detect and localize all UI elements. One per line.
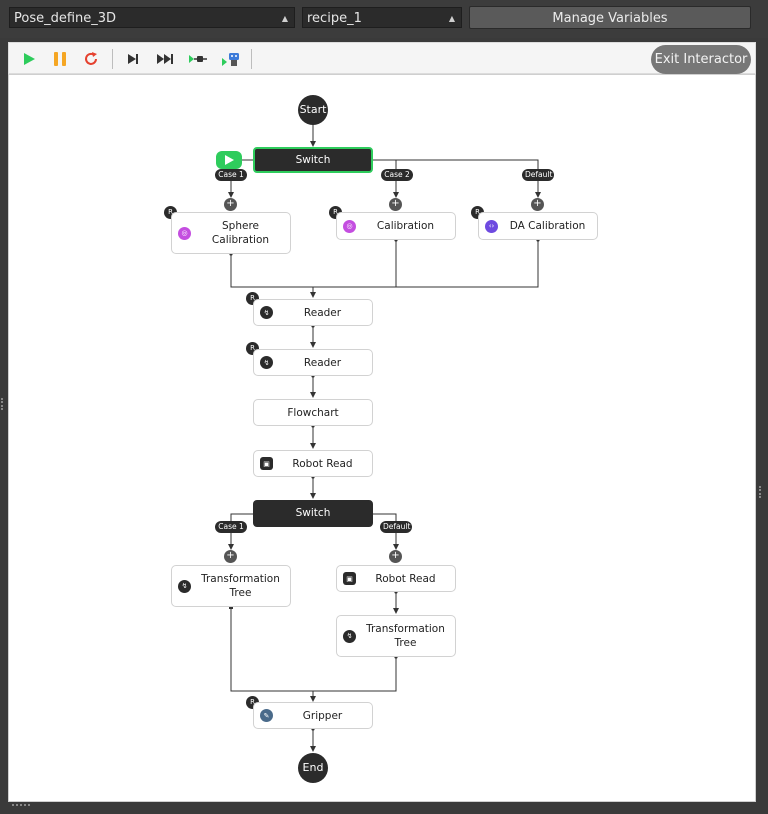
sphere-calibration-node[interactable]: ◎ Sphere Calibration — [171, 212, 291, 254]
node-label: Transformation Tree — [366, 623, 445, 649]
reader-icon: ↯ — [260, 306, 273, 319]
robot-read-node-right[interactable]: ▣ Robot Read — [336, 565, 456, 592]
gripper-node[interactable]: ✎ Gripper — [253, 702, 373, 729]
node-label: DA Calibration — [509, 220, 586, 232]
case-tag: Case 2 — [381, 169, 413, 181]
node-label: Calibration — [376, 220, 435, 232]
node-label: Gripper — [302, 709, 343, 722]
play-icon — [225, 155, 234, 165]
transform-icon: ↯ — [343, 629, 356, 643]
node-label: Sphere Calibration — [211, 220, 270, 246]
node-label: Robot Read — [292, 457, 353, 470]
case-tag: Case 1 — [215, 521, 247, 533]
add-node-button[interactable]: + — [224, 550, 237, 563]
case-tag: Default — [380, 521, 412, 533]
add-node-button[interactable]: + — [389, 198, 402, 211]
gripper-icon: ✎ — [260, 709, 273, 722]
switch-node-1[interactable]: Switch — [253, 147, 373, 173]
node-label: Robot Read — [375, 572, 436, 585]
calibration-icon: ◎ — [343, 219, 356, 233]
case-tag: Default — [522, 169, 554, 181]
resize-handle-right[interactable] — [759, 486, 763, 498]
running-indicator — [216, 151, 242, 169]
reader-node-2[interactable]: ↯ Reader — [253, 349, 373, 376]
node-label: Reader — [303, 306, 342, 319]
resize-handle-left[interactable] — [1, 398, 5, 410]
flowchart-node[interactable]: Flowchart — [253, 399, 373, 426]
da-calibration-node[interactable]: ‹› DA Calibration — [478, 212, 598, 240]
add-node-button[interactable]: + — [389, 550, 402, 563]
switch-node-2[interactable]: Switch — [253, 500, 373, 527]
robot-read-node[interactable]: ▣ Robot Read — [253, 450, 373, 477]
robot-icon: ▣ — [343, 572, 356, 585]
robot-icon: ▣ — [260, 457, 273, 470]
code-icon: ‹› — [485, 219, 498, 233]
flow-edges — [228, 124, 541, 752]
resize-handle-bottom[interactable] — [12, 804, 30, 808]
reader-node-1[interactable]: ↯ Reader — [253, 299, 373, 326]
add-node-button[interactable]: + — [224, 198, 237, 211]
node-label: Flowchart — [287, 406, 339, 419]
transform-icon: ↯ — [178, 579, 191, 593]
calibration-node[interactable]: ◎ Calibration — [336, 212, 456, 240]
transformation-tree-node-left[interactable]: ↯ Transformation Tree — [171, 565, 291, 607]
start-node[interactable]: Start — [298, 95, 328, 125]
reader-icon: ↯ — [260, 356, 273, 369]
node-label: Reader — [303, 356, 342, 369]
case-tag: Case 1 — [215, 169, 247, 181]
add-node-button[interactable]: + — [531, 198, 544, 211]
calibration-icon: ◎ — [178, 226, 191, 240]
transformation-tree-node-right[interactable]: ↯ Transformation Tree — [336, 615, 456, 657]
end-node[interactable]: End — [298, 753, 328, 783]
node-label: Transformation Tree — [201, 573, 280, 599]
